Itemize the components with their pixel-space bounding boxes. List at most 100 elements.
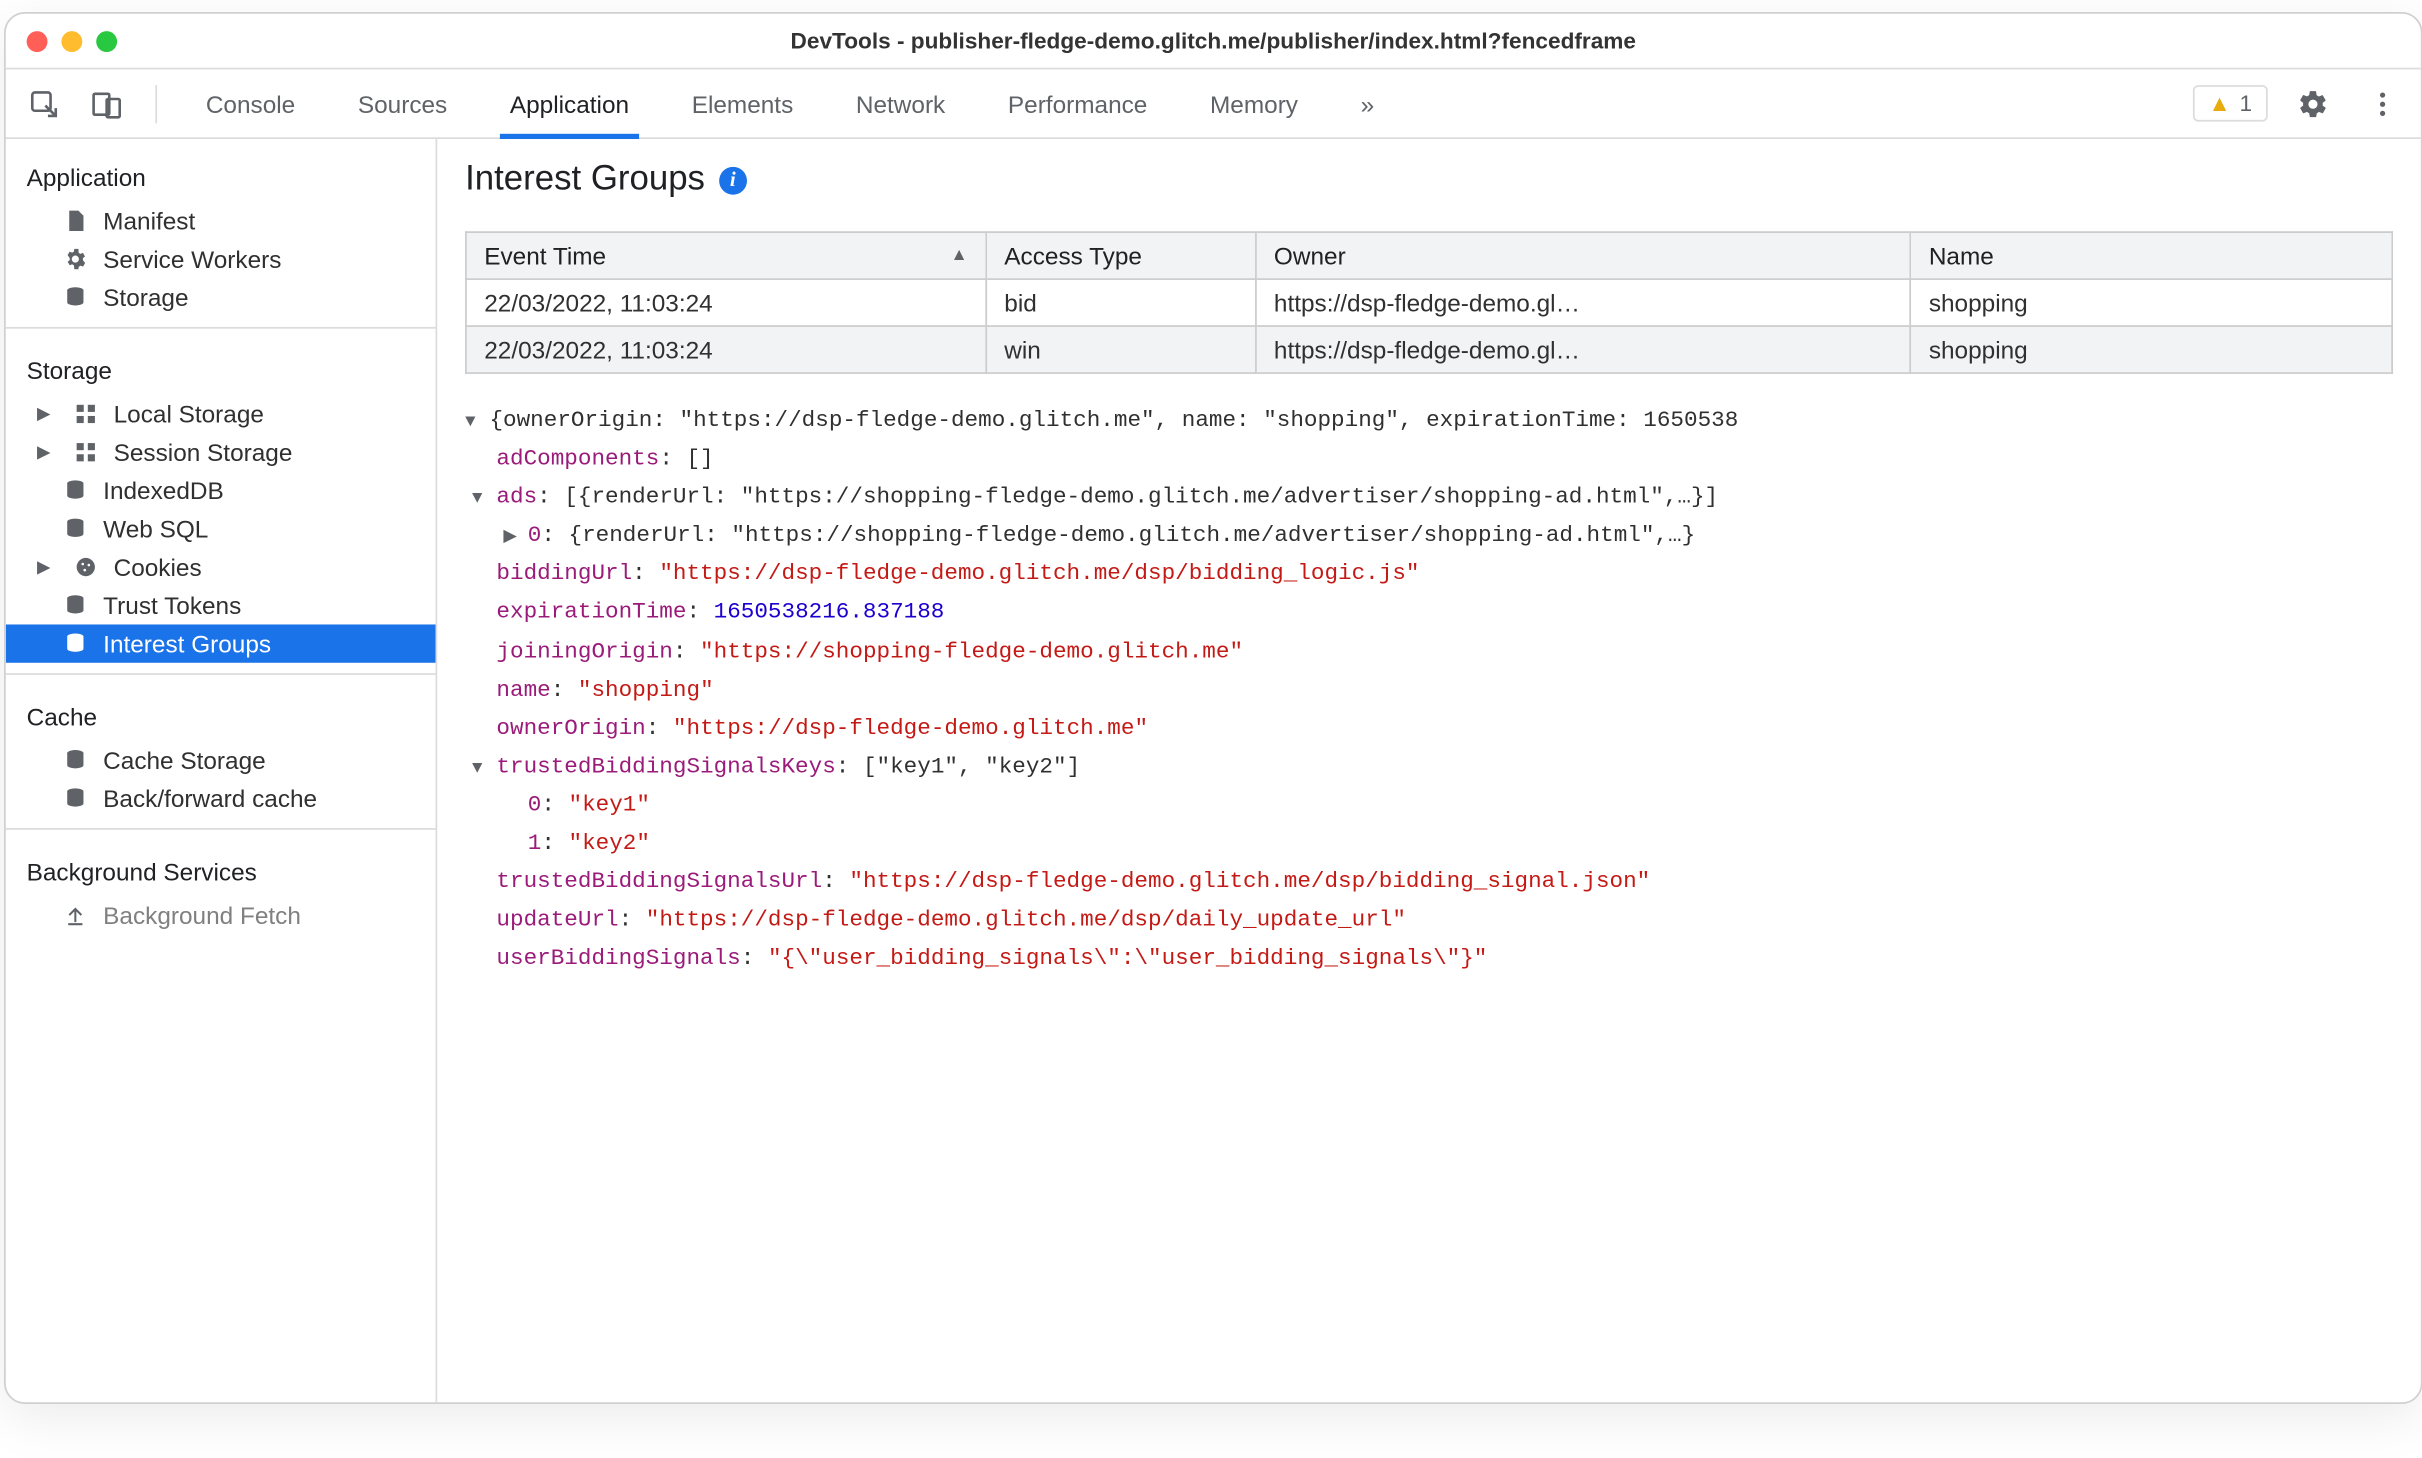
- sidebar-heading-storage: Storage: [6, 339, 436, 395]
- inspector-row[interactable]: joiningOrigin: "https://shopping-fledge-…: [465, 632, 2393, 670]
- issues-badge[interactable]: ▲ 1: [2193, 85, 2268, 122]
- chevron-right-icon[interactable]: ▶: [503, 524, 527, 554]
- sidebar-item-session-storage[interactable]: ▶ Session Storage: [6, 433, 436, 471]
- tab-network[interactable]: Network: [832, 69, 970, 137]
- sidebar-item-trust-tokens[interactable]: Trust Tokens: [6, 586, 436, 624]
- tab-application[interactable]: Application: [486, 69, 654, 137]
- gear-icon: [61, 245, 89, 273]
- inspector-row[interactable]: userBiddingSignals: "{\"user_bidding_sig…: [465, 940, 2393, 978]
- sidebar-item-label: Service Workers: [103, 245, 281, 273]
- sidebar-item-interest-groups[interactable]: Interest Groups: [6, 624, 436, 662]
- tab-console[interactable]: Console: [181, 69, 319, 137]
- info-icon[interactable]: i: [719, 166, 747, 194]
- sidebar-item-storage[interactable]: Storage: [6, 278, 436, 316]
- sidebar-item-label: Cookies: [114, 553, 202, 581]
- inspector-row[interactable]: ▶ 0: {renderUrl: "https://shopping-fledg…: [465, 517, 2393, 555]
- inspector-row[interactable]: trustedBiddingSignalsUrl: "https://dsp-f…: [465, 863, 2393, 901]
- col-owner[interactable]: Owner: [1256, 232, 1911, 279]
- application-sidebar: Application Manifest Service Workers Sto…: [6, 139, 438, 1402]
- sidebar-item-cookies[interactable]: ▶ Cookies: [6, 548, 436, 586]
- inspector-row[interactable]: ▼ trustedBiddingSignalsKeys: ["key1", "k…: [465, 748, 2393, 786]
- sidebar-heading-application: Application: [6, 146, 436, 202]
- sidebar-item-cache-storage[interactable]: Cache Storage: [6, 741, 436, 779]
- settings-icon[interactable]: [2289, 79, 2338, 128]
- database-icon: [61, 746, 89, 774]
- issues-count: 1: [2239, 90, 2252, 116]
- inspector-row[interactable]: ownerOrigin: "https://dsp-fledge-demo.gl…: [465, 709, 2393, 747]
- grid-icon: [72, 400, 100, 428]
- chevron-down-icon[interactable]: ▼: [465, 409, 489, 439]
- warning-icon: ▲: [2208, 90, 2230, 116]
- sidebar-item-label: Storage: [103, 283, 188, 311]
- sidebar-item-service-workers[interactable]: Service Workers: [6, 240, 436, 278]
- maximize-window-button[interactable]: [96, 30, 117, 51]
- object-inspector: ▼ {ownerOrigin: "https://dsp-fledge-demo…: [465, 402, 2393, 979]
- grid-icon: [72, 438, 100, 466]
- chevron-right-icon: ▶: [37, 404, 58, 423]
- database-icon: [61, 591, 89, 619]
- col-access-type[interactable]: Access Type: [986, 232, 1256, 279]
- sidebar-heading-cache: Cache: [6, 685, 436, 741]
- sidebar-item-local-storage[interactable]: ▶ Local Storage: [6, 395, 436, 433]
- sidebar-item-label: Cache Storage: [103, 746, 266, 774]
- upload-icon: [61, 901, 89, 929]
- close-window-button[interactable]: [27, 30, 48, 51]
- sidebar-item-background-fetch[interactable]: Background Fetch: [6, 896, 436, 934]
- chevron-down-icon[interactable]: ▼: [472, 486, 496, 516]
- inspect-element-icon[interactable]: [20, 79, 69, 128]
- sidebar-item-label: Local Storage: [114, 400, 264, 428]
- inspector-row[interactable]: ▼ ads: [{renderUrl: "https://shopping-fl…: [465, 479, 2393, 517]
- toolbar-separator: [155, 84, 157, 122]
- tab-more[interactable]: »: [1336, 69, 1398, 137]
- window-title: DevTools - publisher-fledge-demo.glitch.…: [6, 28, 2421, 54]
- main-panel: Interest Groups i Event Time▲ Access Typ…: [437, 139, 2421, 1402]
- database-icon: [61, 515, 89, 543]
- sidebar-item-label: IndexedDB: [103, 477, 224, 505]
- inspector-row[interactable]: 0: "key1": [465, 786, 2393, 824]
- sidebar-item-label: Background Fetch: [103, 901, 301, 929]
- devtools-window: DevTools - publisher-fledge-demo.glitch.…: [4, 12, 2422, 1404]
- sort-asc-icon: ▲: [951, 246, 968, 265]
- interest-groups-table: Event Time▲ Access Type Owner Name 22/03…: [465, 231, 2393, 374]
- sidebar-item-indexeddb[interactable]: IndexedDB: [6, 471, 436, 509]
- chevron-down-icon[interactable]: ▼: [472, 755, 496, 785]
- inspector-row[interactable]: name: "shopping": [465, 671, 2393, 709]
- file-icon: [61, 207, 89, 235]
- inspector-row[interactable]: adComponents: []: [465, 440, 2393, 478]
- sidebar-item-websql[interactable]: Web SQL: [6, 510, 436, 548]
- database-icon: [61, 283, 89, 311]
- inspector-row[interactable]: expirationTime: 1650538216.837188: [465, 594, 2393, 632]
- database-icon: [61, 477, 89, 505]
- table-header-row: Event Time▲ Access Type Owner Name: [466, 232, 2392, 279]
- cookie-icon: [72, 553, 100, 581]
- tab-elements[interactable]: Elements: [667, 69, 817, 137]
- tab-memory[interactable]: Memory: [1186, 69, 1323, 137]
- traffic-lights: [27, 30, 117, 51]
- kebab-menu-icon[interactable]: [2358, 79, 2407, 128]
- sidebar-item-label: Interest Groups: [103, 630, 271, 658]
- device-toolbar-icon[interactable]: [82, 79, 131, 128]
- minimize-window-button[interactable]: [61, 30, 82, 51]
- inspector-row[interactable]: biddingUrl: "https://dsp-fledge-demo.gli…: [465, 556, 2393, 594]
- database-icon: [61, 630, 89, 658]
- table-row[interactable]: 22/03/2022, 11:03:24 win https://dsp-fle…: [466, 326, 2392, 373]
- table-row[interactable]: 22/03/2022, 11:03:24 bid https://dsp-fle…: [466, 279, 2392, 326]
- inspector-row[interactable]: updateUrl: "https://dsp-fledge-demo.glit…: [465, 902, 2393, 940]
- col-event-time[interactable]: Event Time▲: [466, 232, 986, 279]
- toolbar: Console Sources Application Elements Net…: [6, 69, 2421, 139]
- database-icon: [61, 785, 89, 813]
- chevron-right-icon: ▶: [37, 443, 58, 462]
- sidebar-item-label: Back/forward cache: [103, 785, 317, 813]
- sidebar-item-manifest[interactable]: Manifest: [6, 202, 436, 240]
- tab-performance[interactable]: Performance: [984, 69, 1172, 137]
- sidebar-item-label: Web SQL: [103, 515, 208, 543]
- sidebar-item-label: Trust Tokens: [103, 591, 241, 619]
- col-name[interactable]: Name: [1911, 232, 2393, 279]
- inspector-row[interactable]: ▼ {ownerOrigin: "https://dsp-fledge-demo…: [465, 402, 2393, 440]
- tab-sources[interactable]: Sources: [334, 69, 472, 137]
- chevron-right-icon: ▶: [37, 557, 58, 576]
- panel-title: Interest Groups i: [465, 160, 2393, 200]
- inspector-row[interactable]: 1: "key2": [465, 825, 2393, 863]
- sidebar-item-bfcache[interactable]: Back/forward cache: [6, 779, 436, 817]
- titlebar: DevTools - publisher-fledge-demo.glitch.…: [6, 14, 2421, 70]
